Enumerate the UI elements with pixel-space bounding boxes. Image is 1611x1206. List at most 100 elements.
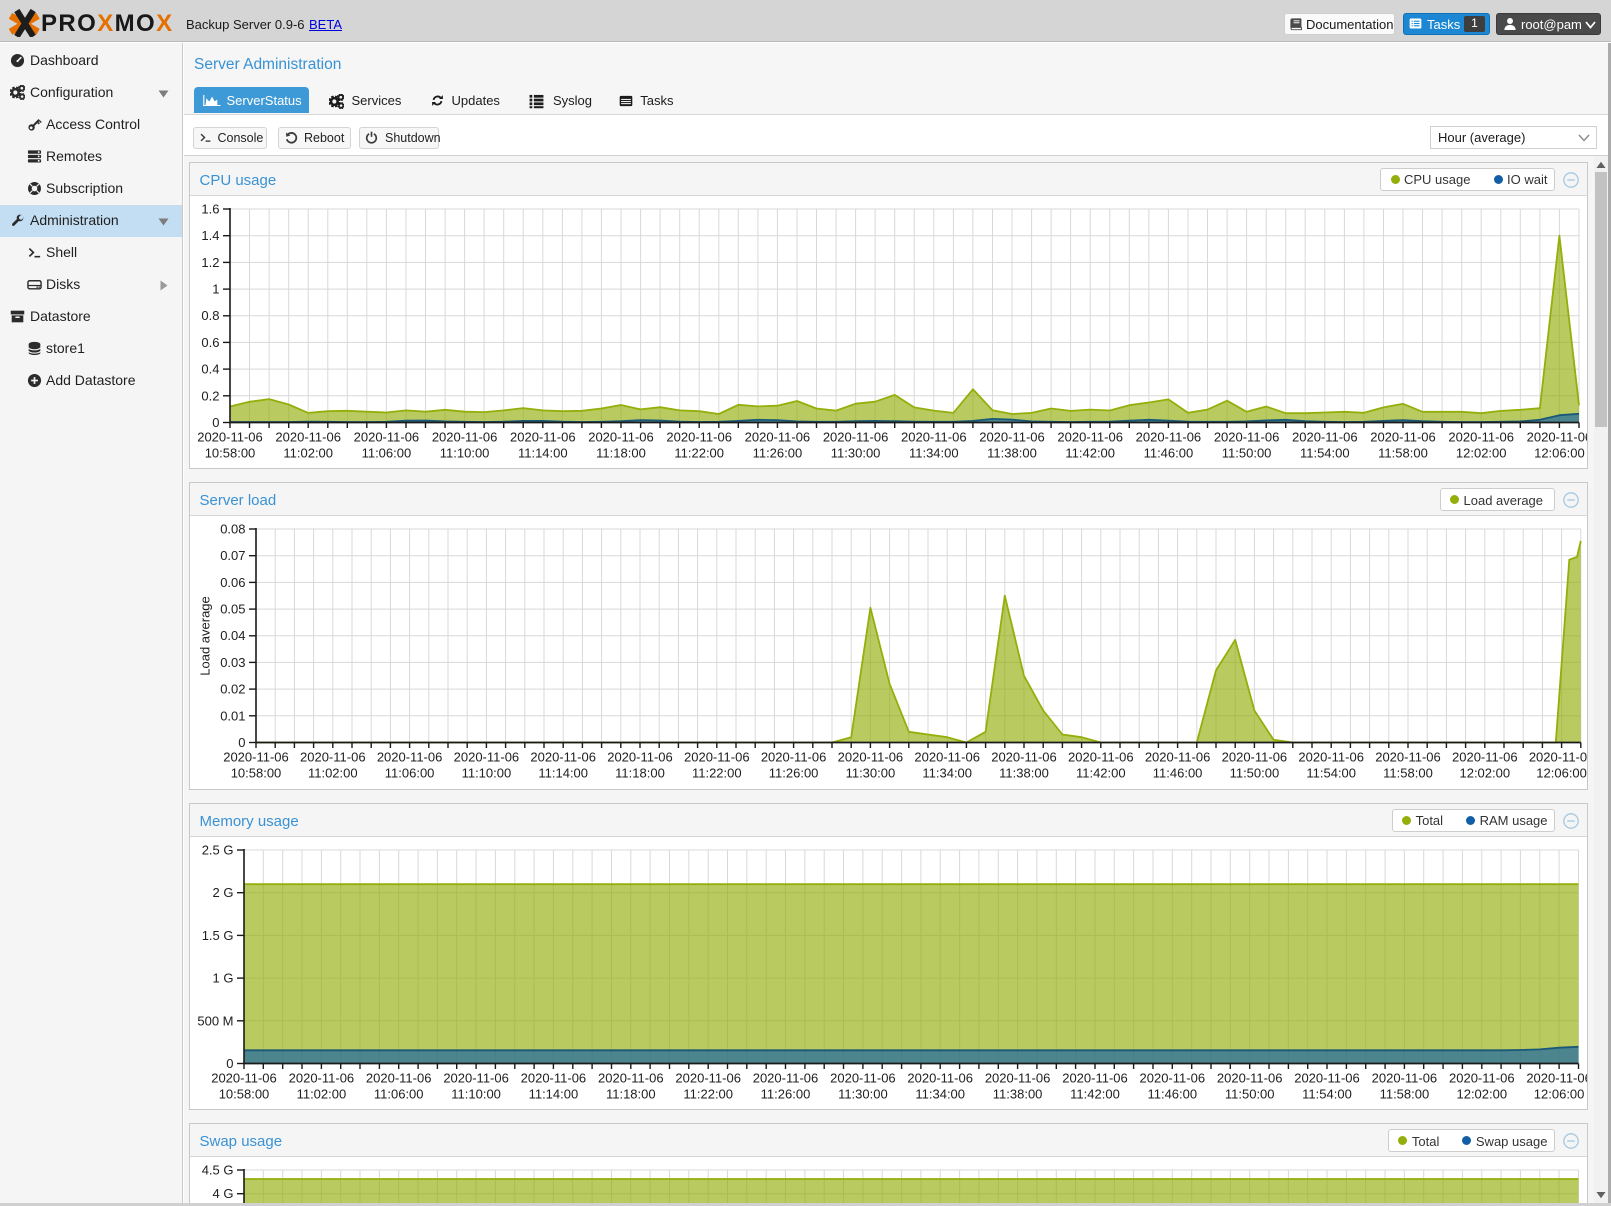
- svg-text:11:46:00: 11:46:00: [1152, 766, 1202, 781]
- svg-text:2020-11-06: 2020-11-06: [1221, 750, 1287, 765]
- svg-text:4.5 G: 4.5 G: [201, 1163, 233, 1178]
- svg-text:12:02:00: 12:02:00: [1459, 766, 1510, 781]
- svg-text:2020-11-06: 2020-11-06: [197, 429, 263, 444]
- svg-text:1: 1: [212, 281, 219, 296]
- svg-text:0.4: 0.4: [201, 361, 219, 376]
- svg-text:11:26:00: 11:26:00: [768, 766, 818, 781]
- svg-text:12:02:00: 12:02:00: [1456, 1086, 1507, 1101]
- svg-text:2020-11-06: 2020-11-06: [588, 429, 654, 444]
- svg-text:2020-11-06: 2020-11-06: [752, 1070, 818, 1085]
- svg-text:0.2: 0.2: [201, 388, 219, 403]
- svg-text:2020-11-06: 2020-11-06: [510, 429, 576, 444]
- svg-text:2020-11-06: 2020-11-06: [1294, 1070, 1360, 1085]
- svg-text:2020-11-06: 2020-11-06: [979, 429, 1045, 444]
- svg-text:2020-11-06: 2020-11-06: [288, 1070, 354, 1085]
- svg-text:11:34:00: 11:34:00: [922, 766, 972, 781]
- svg-text:1.6: 1.6: [201, 201, 219, 216]
- svg-text:2020-11-06: 2020-11-06: [984, 1070, 1050, 1085]
- svg-text:11:58:00: 11:58:00: [1378, 445, 1428, 460]
- svg-text:2020-11-06: 2020-11-06: [744, 429, 810, 444]
- svg-text:0.8: 0.8: [201, 308, 219, 323]
- svg-text:11:30:00: 11:30:00: [830, 445, 880, 460]
- svg-text:11:06:00: 11:06:00: [361, 445, 411, 460]
- svg-text:11:30:00: 11:30:00: [838, 1086, 888, 1101]
- svg-text:11:54:00: 11:54:00: [1306, 766, 1356, 781]
- svg-text:2020-11-06: 2020-11-06: [1452, 750, 1518, 765]
- svg-text:0.08: 0.08: [220, 522, 245, 537]
- svg-text:500 M: 500 M: [197, 1013, 233, 1028]
- svg-text:2020-11-06: 2020-11-06: [1526, 429, 1586, 444]
- svg-text:11:50:00: 11:50:00: [1224, 1086, 1274, 1101]
- svg-text:11:22:00: 11:22:00: [674, 445, 724, 460]
- svg-text:2020-11-06: 2020-11-06: [901, 429, 967, 444]
- svg-text:2020-11-06: 2020-11-06: [1062, 1070, 1128, 1085]
- svg-text:11:34:00: 11:34:00: [915, 1086, 965, 1101]
- svg-text:2020-11-06: 2020-11-06: [443, 1070, 509, 1085]
- svg-text:0: 0: [238, 735, 245, 750]
- svg-text:2020-11-06: 2020-11-06: [1298, 750, 1364, 765]
- svg-text:11:58:00: 11:58:00: [1379, 1086, 1429, 1101]
- svg-text:11:38:00: 11:38:00: [987, 445, 1037, 460]
- svg-text:11:14:00: 11:14:00: [528, 1086, 578, 1101]
- svg-text:2020-11-06: 2020-11-06: [598, 1070, 664, 1085]
- svg-text:2020-11-06: 2020-11-06: [1068, 750, 1134, 765]
- svg-text:0.04: 0.04: [220, 628, 245, 643]
- svg-text:0: 0: [226, 1056, 233, 1071]
- svg-text:10:58:00: 10:58:00: [218, 1086, 269, 1101]
- svg-text:2020-11-06: 2020-11-06: [675, 1070, 741, 1085]
- svg-text:11:02:00: 11:02:00: [283, 445, 333, 460]
- svg-text:11:22:00: 11:22:00: [683, 1086, 733, 1101]
- svg-text:2020-11-06: 2020-11-06: [1139, 1070, 1205, 1085]
- svg-text:12:02:00: 12:02:00: [1455, 445, 1506, 460]
- svg-text:11:06:00: 11:06:00: [373, 1086, 423, 1101]
- svg-text:2020-11-06: 2020-11-06: [1057, 429, 1123, 444]
- svg-text:2020-11-06: 2020-11-06: [1213, 429, 1279, 444]
- svg-text:12:06:00: 12:06:00: [1533, 1086, 1584, 1101]
- svg-text:2020-11-06: 2020-11-06: [365, 1070, 431, 1085]
- svg-text:2020-11-06: 2020-11-06: [1375, 750, 1441, 765]
- svg-text:2020-11-06: 2020-11-06: [376, 750, 442, 765]
- svg-text:2020-11-06: 2020-11-06: [530, 750, 596, 765]
- svg-text:2020-11-06: 2020-11-06: [1449, 1070, 1515, 1085]
- svg-text:11:22:00: 11:22:00: [691, 766, 741, 781]
- svg-text:2020-11-06: 2020-11-06: [453, 750, 519, 765]
- svg-text:4 G: 4 G: [212, 1186, 233, 1201]
- svg-text:0: 0: [212, 415, 219, 430]
- svg-text:1.5 G: 1.5 G: [201, 927, 233, 942]
- svg-text:11:54:00: 11:54:00: [1299, 445, 1349, 460]
- svg-text:2020-11-06: 2020-11-06: [1448, 429, 1514, 444]
- svg-text:2020-11-06: 2020-11-06: [1144, 750, 1210, 765]
- svg-text:1.2: 1.2: [201, 254, 219, 269]
- svg-text:10:58:00: 10:58:00: [204, 445, 255, 460]
- svg-text:0.07: 0.07: [220, 548, 245, 563]
- svg-text:0.6: 0.6: [201, 334, 219, 349]
- svg-text:11:26:00: 11:26:00: [752, 445, 802, 460]
- svg-text:1 G: 1 G: [212, 970, 233, 985]
- svg-text:11:18:00: 11:18:00: [596, 445, 646, 460]
- svg-text:2020-11-06: 2020-11-06: [760, 750, 826, 765]
- svg-text:1.4: 1.4: [201, 228, 219, 243]
- svg-text:11:42:00: 11:42:00: [1065, 445, 1115, 460]
- svg-text:2020-11-06: 2020-11-06: [907, 1070, 973, 1085]
- svg-text:11:54:00: 11:54:00: [1302, 1086, 1352, 1101]
- svg-text:2 G: 2 G: [212, 885, 233, 900]
- svg-text:11:58:00: 11:58:00: [1383, 766, 1433, 781]
- svg-text:2020-11-06: 2020-11-06: [837, 750, 903, 765]
- svg-text:2.5 G: 2.5 G: [201, 842, 233, 857]
- svg-text:2020-11-06: 2020-11-06: [1135, 429, 1201, 444]
- svg-text:2020-11-06: 2020-11-06: [607, 750, 673, 765]
- svg-text:2020-11-06: 2020-11-06: [914, 750, 980, 765]
- svg-text:11:14:00: 11:14:00: [538, 766, 588, 781]
- svg-text:2020-11-06: 2020-11-06: [275, 429, 341, 444]
- svg-text:2020-11-06: 2020-11-06: [1216, 1070, 1282, 1085]
- svg-text:0.02: 0.02: [220, 682, 245, 697]
- svg-text:11:30:00: 11:30:00: [845, 766, 895, 781]
- svg-text:2020-11-06: 2020-11-06: [1371, 1070, 1437, 1085]
- svg-text:2020-11-06: 2020-11-06: [822, 429, 888, 444]
- svg-text:2020-11-06: 2020-11-06: [300, 750, 366, 765]
- svg-text:11:50:00: 11:50:00: [1221, 445, 1271, 460]
- svg-text:2020-11-06: 2020-11-06: [1292, 429, 1358, 444]
- svg-text:0.01: 0.01: [220, 708, 245, 723]
- svg-text:11:34:00: 11:34:00: [908, 445, 958, 460]
- svg-text:2020-11-06: 2020-11-06: [353, 429, 419, 444]
